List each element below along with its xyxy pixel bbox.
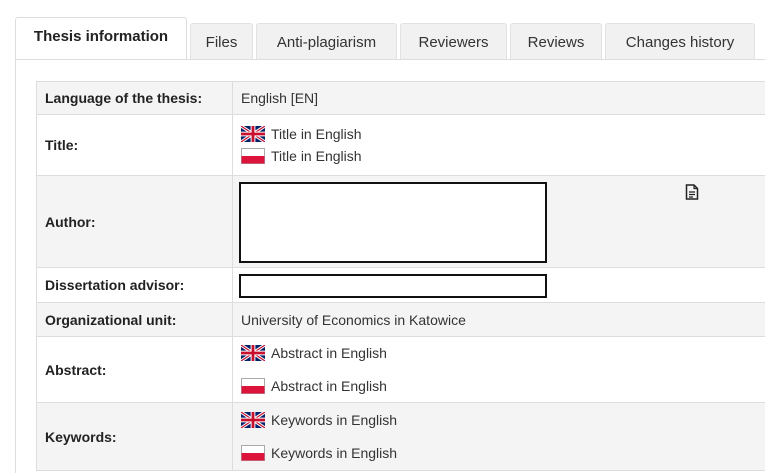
title-pl-text: Title in English bbox=[271, 148, 362, 164]
thesis-page: Thesis information Files Anti-plagiarism… bbox=[0, 0, 765, 473]
keywords-en-text: Keywords in English bbox=[271, 412, 398, 428]
unit-value: University of Economics in Katowice bbox=[232, 302, 765, 337]
poland-flag-icon bbox=[241, 445, 265, 461]
author-label: Author: bbox=[36, 175, 233, 268]
uk-flag-icon bbox=[241, 412, 265, 428]
title-row: Title: Title in English Title in English bbox=[36, 114, 765, 176]
abstract-value: Abstract in English Abstract in English bbox=[232, 336, 765, 403]
keywords-value: Keywords in English Keywords in English bbox=[232, 402, 765, 471]
title-pl-line: Title in English bbox=[241, 145, 764, 167]
author-value bbox=[232, 175, 765, 268]
title-en-line: Title in English bbox=[241, 123, 764, 145]
keywords-label: Keywords: bbox=[36, 402, 233, 471]
keywords-row: Keywords: Keywords in English Keywords i… bbox=[36, 402, 765, 471]
title-value: Title in English Title in English bbox=[232, 114, 765, 176]
keywords-en-line: Keywords in English bbox=[241, 408, 764, 433]
abstract-label: Abstract: bbox=[36, 336, 233, 403]
unit-label: Organizational unit: bbox=[36, 302, 233, 337]
abstract-row: Abstract: Abstract in English Abstract i… bbox=[36, 336, 765, 403]
tab-changes-history[interactable]: Changes history bbox=[605, 23, 755, 60]
language-label: Language of the thesis: bbox=[36, 81, 233, 115]
abstract-pl-text: Abstract in English bbox=[271, 378, 387, 394]
advisor-label: Dissertation advisor: bbox=[36, 267, 233, 303]
advisor-redacted-box bbox=[239, 274, 547, 298]
advisor-value bbox=[232, 267, 765, 303]
document-icon[interactable] bbox=[685, 184, 699, 200]
poland-flag-icon bbox=[241, 148, 265, 164]
author-row: Author: bbox=[36, 175, 765, 268]
tab-anti-plagiarism[interactable]: Anti-plagiarism bbox=[256, 23, 397, 60]
title-en-text: Title in English bbox=[271, 126, 362, 142]
thesis-info-table: Language of the thesis: English [EN] Tit… bbox=[36, 81, 765, 471]
unit-row: Organizational unit: University of Econo… bbox=[36, 302, 765, 337]
language-row: Language of the thesis: English [EN] bbox=[36, 81, 765, 115]
poland-flag-icon bbox=[241, 378, 265, 394]
advisor-row: Dissertation advisor: bbox=[36, 267, 765, 303]
abstract-pl-line: Abstract in English bbox=[241, 374, 764, 399]
tab-thesis-information[interactable]: Thesis information bbox=[15, 17, 187, 60]
author-redacted-box bbox=[239, 182, 547, 263]
language-value: English [EN] bbox=[232, 81, 765, 115]
tab-reviewers[interactable]: Reviewers bbox=[400, 23, 507, 60]
keywords-pl-line: Keywords in English bbox=[241, 441, 764, 466]
thesis-info-panel: Language of the thesis: English [EN] Tit… bbox=[15, 59, 765, 473]
abstract-en-line: Abstract in English bbox=[241, 341, 764, 366]
abstract-en-text: Abstract in English bbox=[271, 345, 387, 361]
tab-bar: Thesis information Files Anti-plagiarism… bbox=[15, 17, 758, 60]
tab-files[interactable]: Files bbox=[190, 23, 253, 60]
title-label: Title: bbox=[36, 114, 233, 176]
uk-flag-icon bbox=[241, 126, 265, 142]
uk-flag-icon bbox=[241, 345, 265, 361]
keywords-pl-text: Keywords in English bbox=[271, 445, 398, 461]
tab-reviews[interactable]: Reviews bbox=[510, 23, 602, 60]
